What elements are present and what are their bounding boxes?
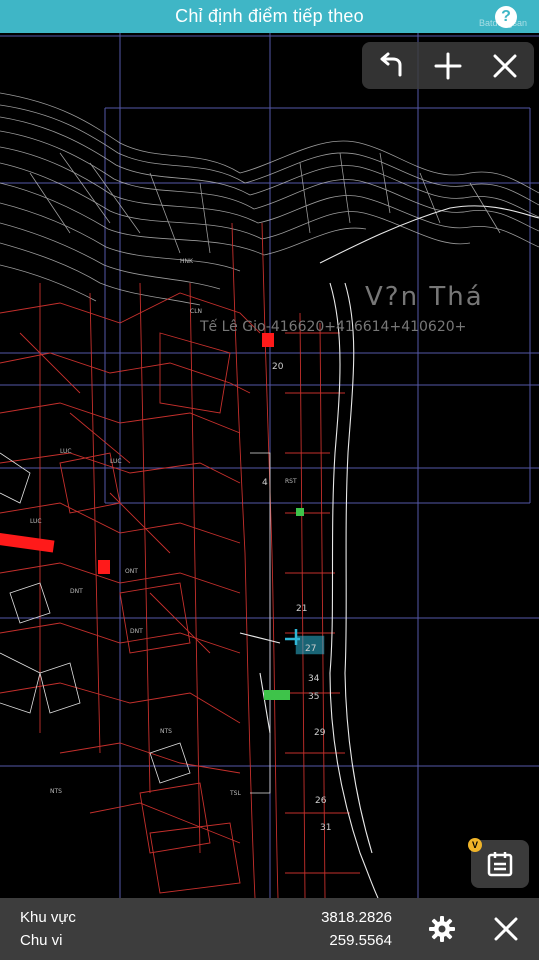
svg-text:31: 31 [320, 823, 331, 833]
perimeter-row: Chu vi 259.5564 [20, 929, 392, 952]
red-marker [262, 333, 274, 347]
close-measurement-button[interactable] [484, 907, 528, 951]
undo-arrow-icon [380, 52, 402, 76]
svg-text:CLN: CLN [190, 308, 202, 315]
svg-text:21: 21 [296, 604, 307, 614]
building-outlines [0, 452, 271, 794]
calendar-button[interactable]: V [468, 838, 529, 888]
close-toolbar-button[interactable] [483, 44, 527, 88]
svg-text:LUC: LUC [110, 458, 122, 465]
measurement-bar: Khu vực 3818.2826 Chu vi 259.5564 [0, 898, 539, 960]
watermark: Batdongsan [478, 18, 527, 28]
close-icon [494, 917, 518, 941]
measurements: Khu vực 3818.2826 Chu vi 259.5564 [20, 906, 392, 952]
green-parcel-small [296, 508, 304, 516]
red-parcel-1 [0, 533, 55, 553]
svg-text:NTS: NTS [50, 788, 62, 795]
gear-icon [429, 916, 455, 942]
perimeter-value: 259.5564 [329, 932, 392, 949]
svg-text:27: 27 [305, 644, 316, 654]
page-title: Chỉ định điểm tiếp theo [175, 6, 364, 26]
parcel-code-label: Tế Lê Gio-416620+416614+410620+ [199, 318, 466, 335]
perimeter-label: Chu vi [20, 932, 63, 949]
badge: V [468, 838, 482, 852]
svg-text:RST: RST [285, 478, 297, 485]
svg-text:TSL: TSL [229, 790, 241, 797]
map-toolbar [362, 42, 534, 89]
settings-button[interactable] [420, 907, 464, 951]
svg-text:DNT: DNT [130, 628, 143, 635]
village-label: V?n Thá [365, 282, 484, 312]
svg-text:4: 4 [262, 478, 268, 488]
plus-icon [434, 52, 462, 79]
green-parcel [264, 690, 290, 700]
svg-text:20: 20 [272, 362, 284, 372]
svg-text:35: 35 [308, 692, 319, 702]
area-label: Khu vực [20, 909, 76, 926]
close-icon [493, 54, 517, 77]
svg-text:NTS: NTS [160, 728, 172, 735]
cadastral-map[interactable]: V?n Thá Tế Lê Gio-416620+416614+410620+ … [0, 33, 539, 898]
area-row: Khu vực 3818.2826 [20, 906, 392, 929]
svg-text:34: 34 [308, 674, 320, 684]
svg-text:HNK: HNK [180, 258, 194, 265]
svg-text:DNT: DNT [70, 588, 83, 595]
land-code-labels: LUC LUC LUC DNT ONT CLN DNT NTS NTS RST … [30, 258, 297, 797]
title-bar: Chỉ định điểm tiếp theo ? Batdongsan [0, 0, 539, 33]
svg-text:26: 26 [315, 796, 327, 806]
svg-text:ONT: ONT [125, 568, 138, 575]
red-parcel-2 [98, 560, 110, 574]
area-value: 3818.2826 [321, 909, 392, 926]
svg-text:LUC: LUC [60, 448, 72, 455]
undo-button[interactable] [369, 44, 413, 88]
add-point-button[interactable] [426, 44, 470, 88]
svg-text:LUC: LUC [30, 518, 42, 525]
svg-text:29: 29 [314, 728, 326, 738]
calendar-icon [487, 852, 513, 877]
